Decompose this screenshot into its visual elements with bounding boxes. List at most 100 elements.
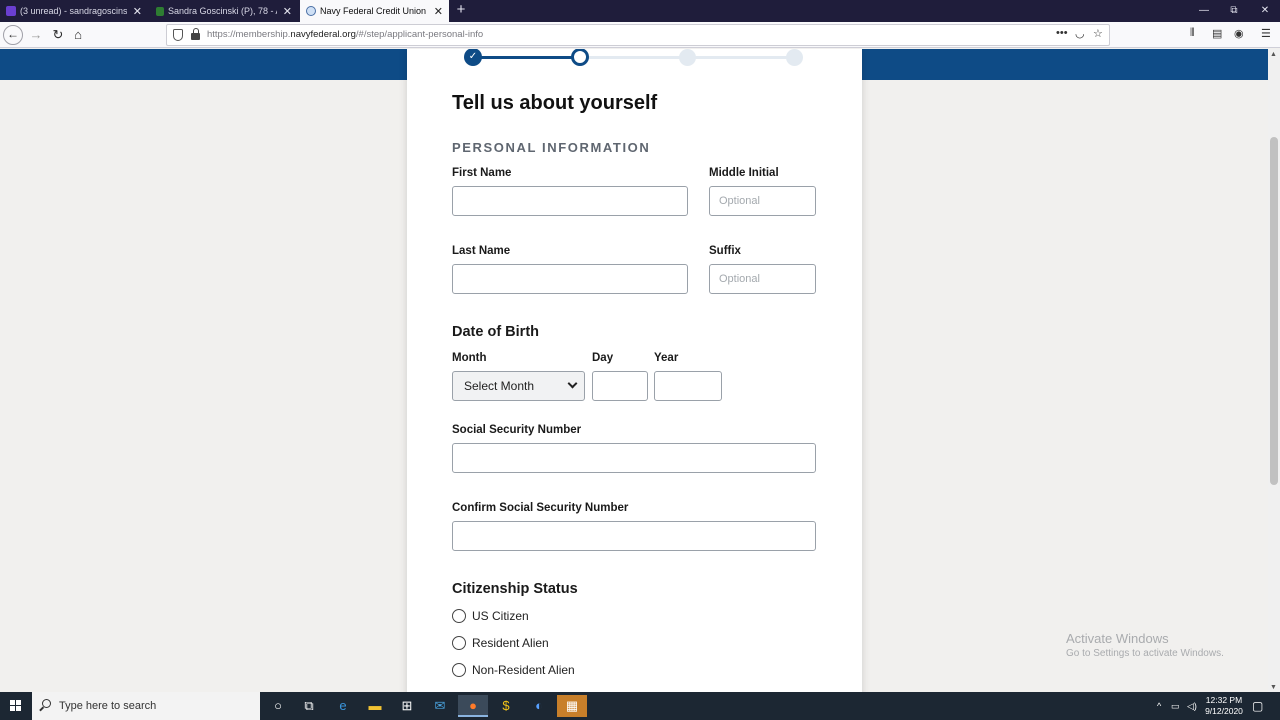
taskbar-search-box[interactable]: Type here to search: [32, 692, 260, 720]
step-upcoming: [786, 49, 803, 66]
tab-close-icon[interactable]: ✕: [133, 5, 142, 18]
radio-label: US Citizen: [472, 609, 529, 623]
ssn-field[interactable]: [452, 443, 816, 473]
last-name-field[interactable]: [452, 264, 688, 294]
activate-windows-watermark: Activate Windows Go to Settings to activ…: [1066, 631, 1224, 659]
volume-icon[interactable]: ◁): [1187, 692, 1197, 720]
page-title: Tell us about yourself: [452, 92, 658, 114]
notifications-icon[interactable]: ▢: [1252, 692, 1263, 720]
url-host: navyfederal.org: [290, 29, 356, 40]
minimize-button[interactable]: —: [1189, 0, 1219, 22]
home-button[interactable]: ⌂: [68, 25, 88, 45]
stepper-line-complete: [473, 56, 580, 59]
browser-tab-strip: (3 unread) - sandragoscinski@ ✕ Sandra G…: [0, 0, 1280, 22]
middle-initial-field[interactable]: [709, 186, 816, 216]
lock-icon[interactable]: [191, 28, 200, 40]
calculator-icon[interactable]: ▦: [557, 695, 587, 717]
tray-expand-icon[interactable]: ^: [1157, 692, 1161, 720]
confirm-ssn-label: Confirm Social Security Number: [452, 502, 629, 514]
reload-button[interactable]: ↻: [48, 25, 68, 45]
network-icon[interactable]: ▭: [1171, 692, 1180, 720]
cortana-icon[interactable]: ○: [263, 695, 293, 717]
dollar-app-icon[interactable]: $: [491, 695, 521, 717]
step-complete-check-icon: ✓: [464, 49, 482, 66]
suffix-field[interactable]: [709, 264, 816, 294]
watermark-title: Activate Windows: [1066, 631, 1169, 646]
edge-icon[interactable]: e: [328, 695, 358, 717]
pocket-icon[interactable]: ◡: [1075, 27, 1085, 40]
tab-title: Navy Federal Credit Union Me: [320, 6, 428, 16]
search-placeholder: Type here to search: [59, 700, 157, 712]
account-icon[interactable]: ◉: [1234, 27, 1244, 40]
windows-taskbar: Type here to search ○ ⧉ e ▬ ⊞ ✉ ● $ ◐ ▦ …: [0, 692, 1280, 720]
globe-icon: [306, 6, 316, 16]
chevron-down-icon: [567, 378, 578, 389]
clock-date: 9/12/2020: [1205, 706, 1243, 716]
day-label: Day: [592, 352, 614, 364]
radio-non-resident-alien[interactable]: Non-Resident Alien: [452, 661, 575, 679]
radio-resident-alien[interactable]: Resident Alien: [452, 634, 549, 652]
address-bar[interactable]: https://membership.navyfederal.org/#/ste…: [166, 24, 1110, 46]
year-field[interactable]: [654, 371, 722, 401]
step-current: [571, 49, 589, 66]
navigation-toolbar: ← → ↻ ⌂ https://membership.navyfederal.o…: [0, 22, 1280, 48]
page-viewport: ✓ Tell us about yourself PERSONAL INFORM…: [0, 49, 1268, 692]
close-window-button[interactable]: ✕: [1250, 0, 1280, 22]
store-icon[interactable]: ⊞: [392, 695, 422, 717]
tab-mail[interactable]: (3 unread) - sandragoscinski@ ✕: [0, 0, 148, 22]
radio-button[interactable]: [452, 663, 466, 677]
tab-navy-federal[interactable]: Navy Federal Credit Union Me ✕: [300, 0, 449, 22]
app-icon[interactable]: ◐: [524, 695, 554, 717]
new-tab-button[interactable]: +: [453, 0, 469, 22]
search-icon: [42, 699, 51, 708]
clock-time: 12:32 PM: [1205, 695, 1243, 705]
tab-spreadsheet[interactable]: Sandra Goscinski (P), 78 - Abin ✕: [150, 0, 298, 22]
start-button[interactable]: [0, 692, 32, 720]
scroll-thumb[interactable]: [1270, 137, 1278, 485]
confirm-ssn-field[interactable]: [452, 521, 816, 551]
first-name-field[interactable]: [452, 186, 688, 216]
citizenship-heading: Citizenship Status: [452, 581, 578, 597]
windows-logo-icon: [10, 700, 22, 712]
firefox-icon[interactable]: ●: [458, 695, 488, 717]
application-form-card: ✓ Tell us about yourself PERSONAL INFORM…: [407, 49, 862, 692]
forward-button[interactable]: →: [26, 25, 46, 45]
task-view-icon[interactable]: ⧉: [294, 695, 324, 717]
last-name-label: Last Name: [452, 245, 511, 257]
radio-label: Resident Alien: [472, 636, 549, 650]
ssn-label: Social Security Number: [452, 424, 582, 436]
file-explorer-icon[interactable]: ▬: [360, 695, 390, 717]
radio-label: Non-Resident Alien: [472, 663, 575, 677]
url-text[interactable]: https://membership.navyfederal.org/#/ste…: [207, 29, 483, 40]
watermark-subtitle: Go to Settings to activate Windows.: [1066, 648, 1224, 659]
url-path: /#/step/applicant-personal-info: [355, 29, 484, 40]
tab-title: Sandra Goscinski (P), 78 - Abin: [168, 6, 277, 16]
middle-initial-label: Middle Initial: [709, 167, 779, 179]
month-label: Month: [452, 352, 487, 364]
back-button[interactable]: ←: [3, 25, 23, 45]
scroll-down-icon[interactable]: ▼: [1270, 684, 1277, 691]
section-heading: PERSONAL INFORMATION: [452, 140, 651, 155]
radio-button[interactable]: [452, 609, 466, 623]
bookmark-star-icon[interactable]: ☆: [1093, 27, 1103, 40]
radio-button[interactable]: [452, 636, 466, 650]
page-scrollbar[interactable]: ▲ ▼: [1268, 49, 1280, 692]
tracking-shield-icon[interactable]: [173, 29, 183, 41]
menu-icon[interactable]: ☰: [1261, 27, 1271, 40]
day-field[interactable]: [592, 371, 648, 401]
taskbar-clock[interactable]: 12:32 PM 9/12/2020: [1198, 695, 1250, 717]
page-actions-icon[interactable]: •••: [1056, 27, 1068, 39]
step-upcoming: [679, 49, 696, 66]
tab-close-icon[interactable]: ✕: [283, 5, 292, 18]
suffix-label: Suffix: [709, 245, 741, 257]
radio-us-citizen[interactable]: US Citizen: [452, 607, 529, 625]
url-prefix: https://membership.: [207, 29, 291, 40]
library-icon[interactable]: ⫴: [1190, 27, 1195, 40]
spreadsheet-icon: [156, 6, 164, 16]
restore-button[interactable]: ⧉: [1219, 0, 1249, 22]
tab-close-icon[interactable]: ✕: [434, 5, 443, 18]
sidebar-icon[interactable]: ▤: [1212, 27, 1222, 40]
scroll-up-icon[interactable]: ▲: [1270, 51, 1277, 58]
mail-app-icon[interactable]: ✉: [425, 695, 455, 717]
month-select[interactable]: Select Month: [452, 371, 585, 401]
